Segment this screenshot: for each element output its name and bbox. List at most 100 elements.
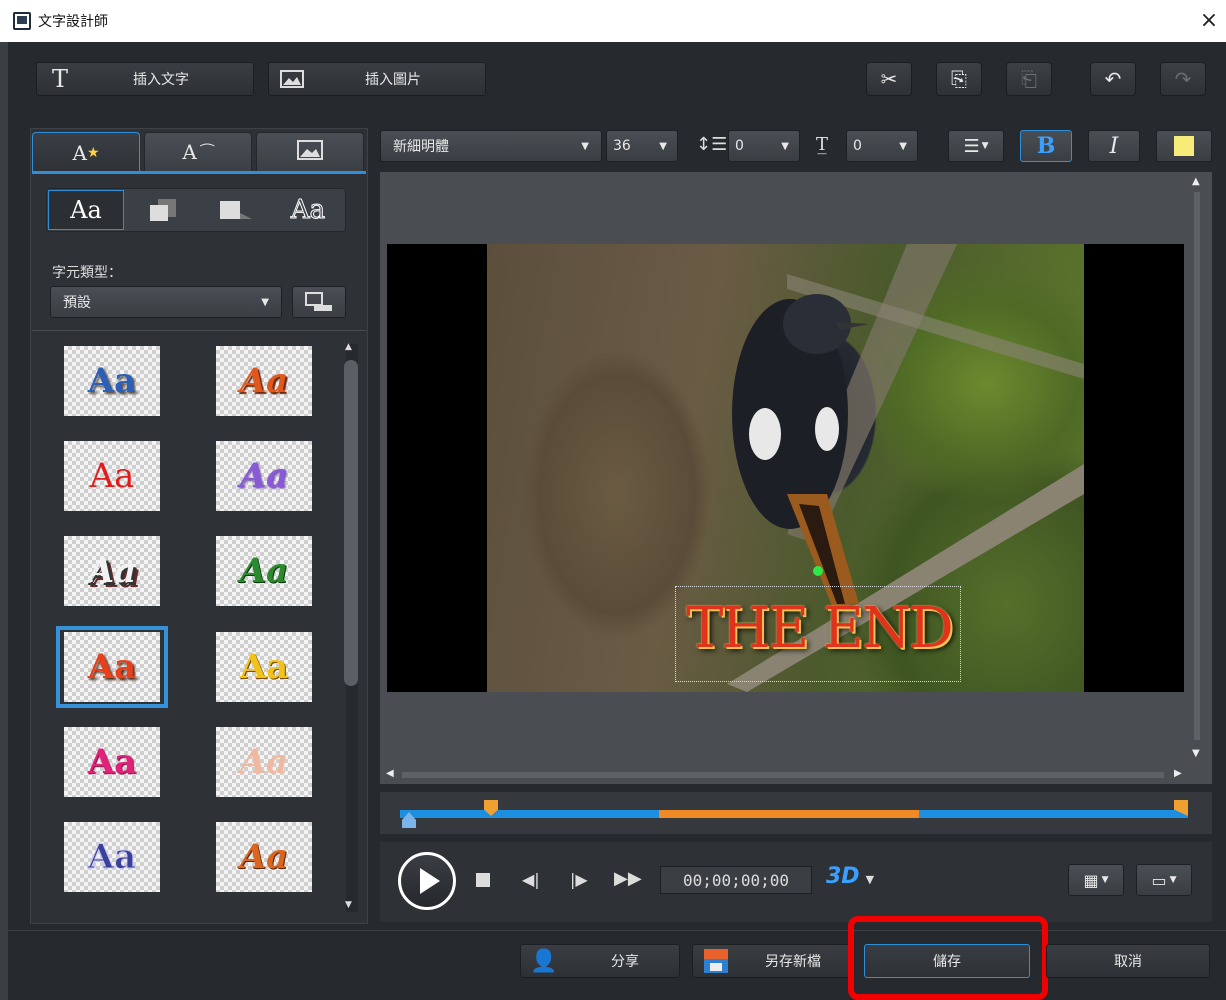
style-preset-9-label: Aa [87,742,137,782]
style-preset-7-label: Aa [87,647,137,687]
scroll-right-icon[interactable]: ▶ [1174,768,1182,779]
tab-text-style[interactable]: A ★ [32,132,140,172]
app-icon [13,12,31,30]
share-button[interactable]: 👤 分享 [520,944,680,978]
style-preset-3[interactable]: Aa [64,441,160,511]
monitor-icon: ▭ [1151,870,1167,890]
shadow-icon [150,199,176,221]
play-button[interactable] [398,852,456,910]
subtab-border[interactable] [198,190,270,230]
video-preview[interactable]: THE END [387,244,1184,692]
insert-text-button[interactable]: T 插入文字 [36,62,254,96]
font-size-dropdown[interactable]: 36 ▼ [606,130,678,162]
style-preset-4[interactable]: Aa [216,441,312,511]
chevron-down-icon: ▼ [1101,875,1109,885]
scroll-up-icon[interactable]: ▲ [345,342,352,352]
char-type-dropdown[interactable]: 預設 ▼ [50,286,282,318]
chevron-down-icon: ▼ [659,140,667,152]
char-spacing-icon: T̲ [816,134,829,155]
style-preset-8-label: Aa [239,647,289,687]
style-preset-10[interactable]: Aa [216,727,312,797]
style-preset-12[interactable]: Aa [216,822,312,892]
style-preset-6[interactable]: Aa [216,536,312,606]
cancel-button[interactable]: 取消 [1046,944,1210,978]
cut-button[interactable]: ✂ [866,62,912,96]
scissors-icon: ✂ [880,67,898,91]
tab-text-motion[interactable]: A ⁀ [144,132,252,172]
char-spacing-dropdown[interactable]: 0 ▼ [846,130,918,162]
save-button[interactable]: 儲存 [864,944,1030,978]
char-spacing-value: 0 [853,138,862,154]
style-preset-11-label: Aa [87,837,137,878]
line-spacing-icon: ↕☰ [696,134,728,155]
display-dropdown[interactable]: ▭ ▼ [1136,864,1192,896]
insert-image-button[interactable]: 插入圖片 [268,62,486,96]
font-family-value: 新細明體 [393,139,449,155]
bold-button[interactable]: B [1020,130,1072,162]
redo-icon: ↷ [1174,67,1192,91]
prev-frame-button[interactable]: ◀| [522,870,540,889]
next-frame-button[interactable]: |▶ [570,870,588,889]
style-preset-3-label: Aa [89,456,135,496]
preview-hscroll-thumb[interactable] [402,772,1164,778]
style-preset-11[interactable]: Aa [64,822,160,892]
font-family-dropdown[interactable]: 新細明體 ▼ [380,130,602,162]
rotate-handle[interactable] [813,566,823,576]
window-title: 文字設計師 [38,14,108,30]
chevron-down-icon: ▼ [865,873,875,886]
border-icon [220,201,252,219]
style-preset-8[interactable]: Aa [216,632,312,702]
chevron-down-icon: ▼ [581,140,589,152]
scroll-left-icon[interactable]: ◀ [386,768,394,779]
tab-text-motion-label: A [182,140,197,164]
undo-button[interactable]: ↶ [1090,62,1136,96]
close-button[interactable]: × [1196,6,1222,36]
style-preset-7[interactable]: Aa [64,632,160,702]
preview-photo: THE END [487,244,1084,692]
save-as-button[interactable]: 另存新檔 [692,944,852,978]
scroll-down-icon[interactable]: ▼ [345,900,352,910]
share-globe-icon: 👤 [530,948,558,974]
preview-vscroll-thumb[interactable] [1194,192,1200,740]
style-preset-2[interactable]: Aa [216,346,312,416]
share-label: 分享 [611,954,639,970]
style-preset-9[interactable]: Aa [64,727,160,797]
text-color-button[interactable] [1156,130,1212,162]
grid-dropdown[interactable]: ▦ ▼ [1068,864,1124,896]
title-overlay-text[interactable]: THE END [677,596,961,661]
timeline-selection[interactable] [659,810,919,818]
cancel-label: 取消 [1114,954,1142,970]
subtab-shadow[interactable] [126,190,198,230]
insert-text-label: 插入文字 [133,72,189,88]
paste-button[interactable]: ⎗ [1006,62,1052,96]
copy-icon: ⎘ [951,67,967,91]
chevron-down-icon: ▼ [781,140,789,152]
alignment-dropdown[interactable]: ☰ ▼ [948,130,1004,162]
scroll-down-icon[interactable]: ▼ [1192,748,1200,759]
style-preset-5[interactable]: Aa [64,536,160,606]
star-icon: ★ [86,144,100,161]
style-preset-1-label: Aa [87,361,137,401]
stop-button[interactable] [476,873,490,887]
fast-forward-button[interactable]: ▶▶ [614,868,642,889]
char-type-settings-button[interactable] [292,286,346,318]
redo-button[interactable]: ↷ [1160,62,1206,96]
curve-icon: ⁀ [200,142,214,162]
subtab-font[interactable]: Aa [48,190,124,230]
tab-background[interactable] [256,132,364,172]
copy-button[interactable]: ⎘ [936,62,982,96]
char-type-value: 預設 [63,295,91,311]
style-preset-1[interactable]: Aa [64,346,160,416]
insert-image-label: 插入圖片 [365,72,421,88]
subtab-outline[interactable]: Aa [272,190,344,230]
align-left-icon: ☰ [963,135,980,157]
3d-mode-button[interactable]: 3D ▼ [826,864,874,889]
scrollbar-thumb[interactable] [344,360,358,686]
italic-button[interactable]: I [1088,130,1140,162]
scroll-up-icon[interactable]: ▲ [1192,176,1200,187]
text-insert-icon: T [51,65,68,93]
paste-icon: ⎗ [1021,67,1037,91]
timecode-display[interactable]: 00;00;00;00 [660,866,812,894]
line-spacing-dropdown[interactable]: 0 ▼ [728,130,800,162]
chevron-down-icon: ▼ [981,141,989,151]
